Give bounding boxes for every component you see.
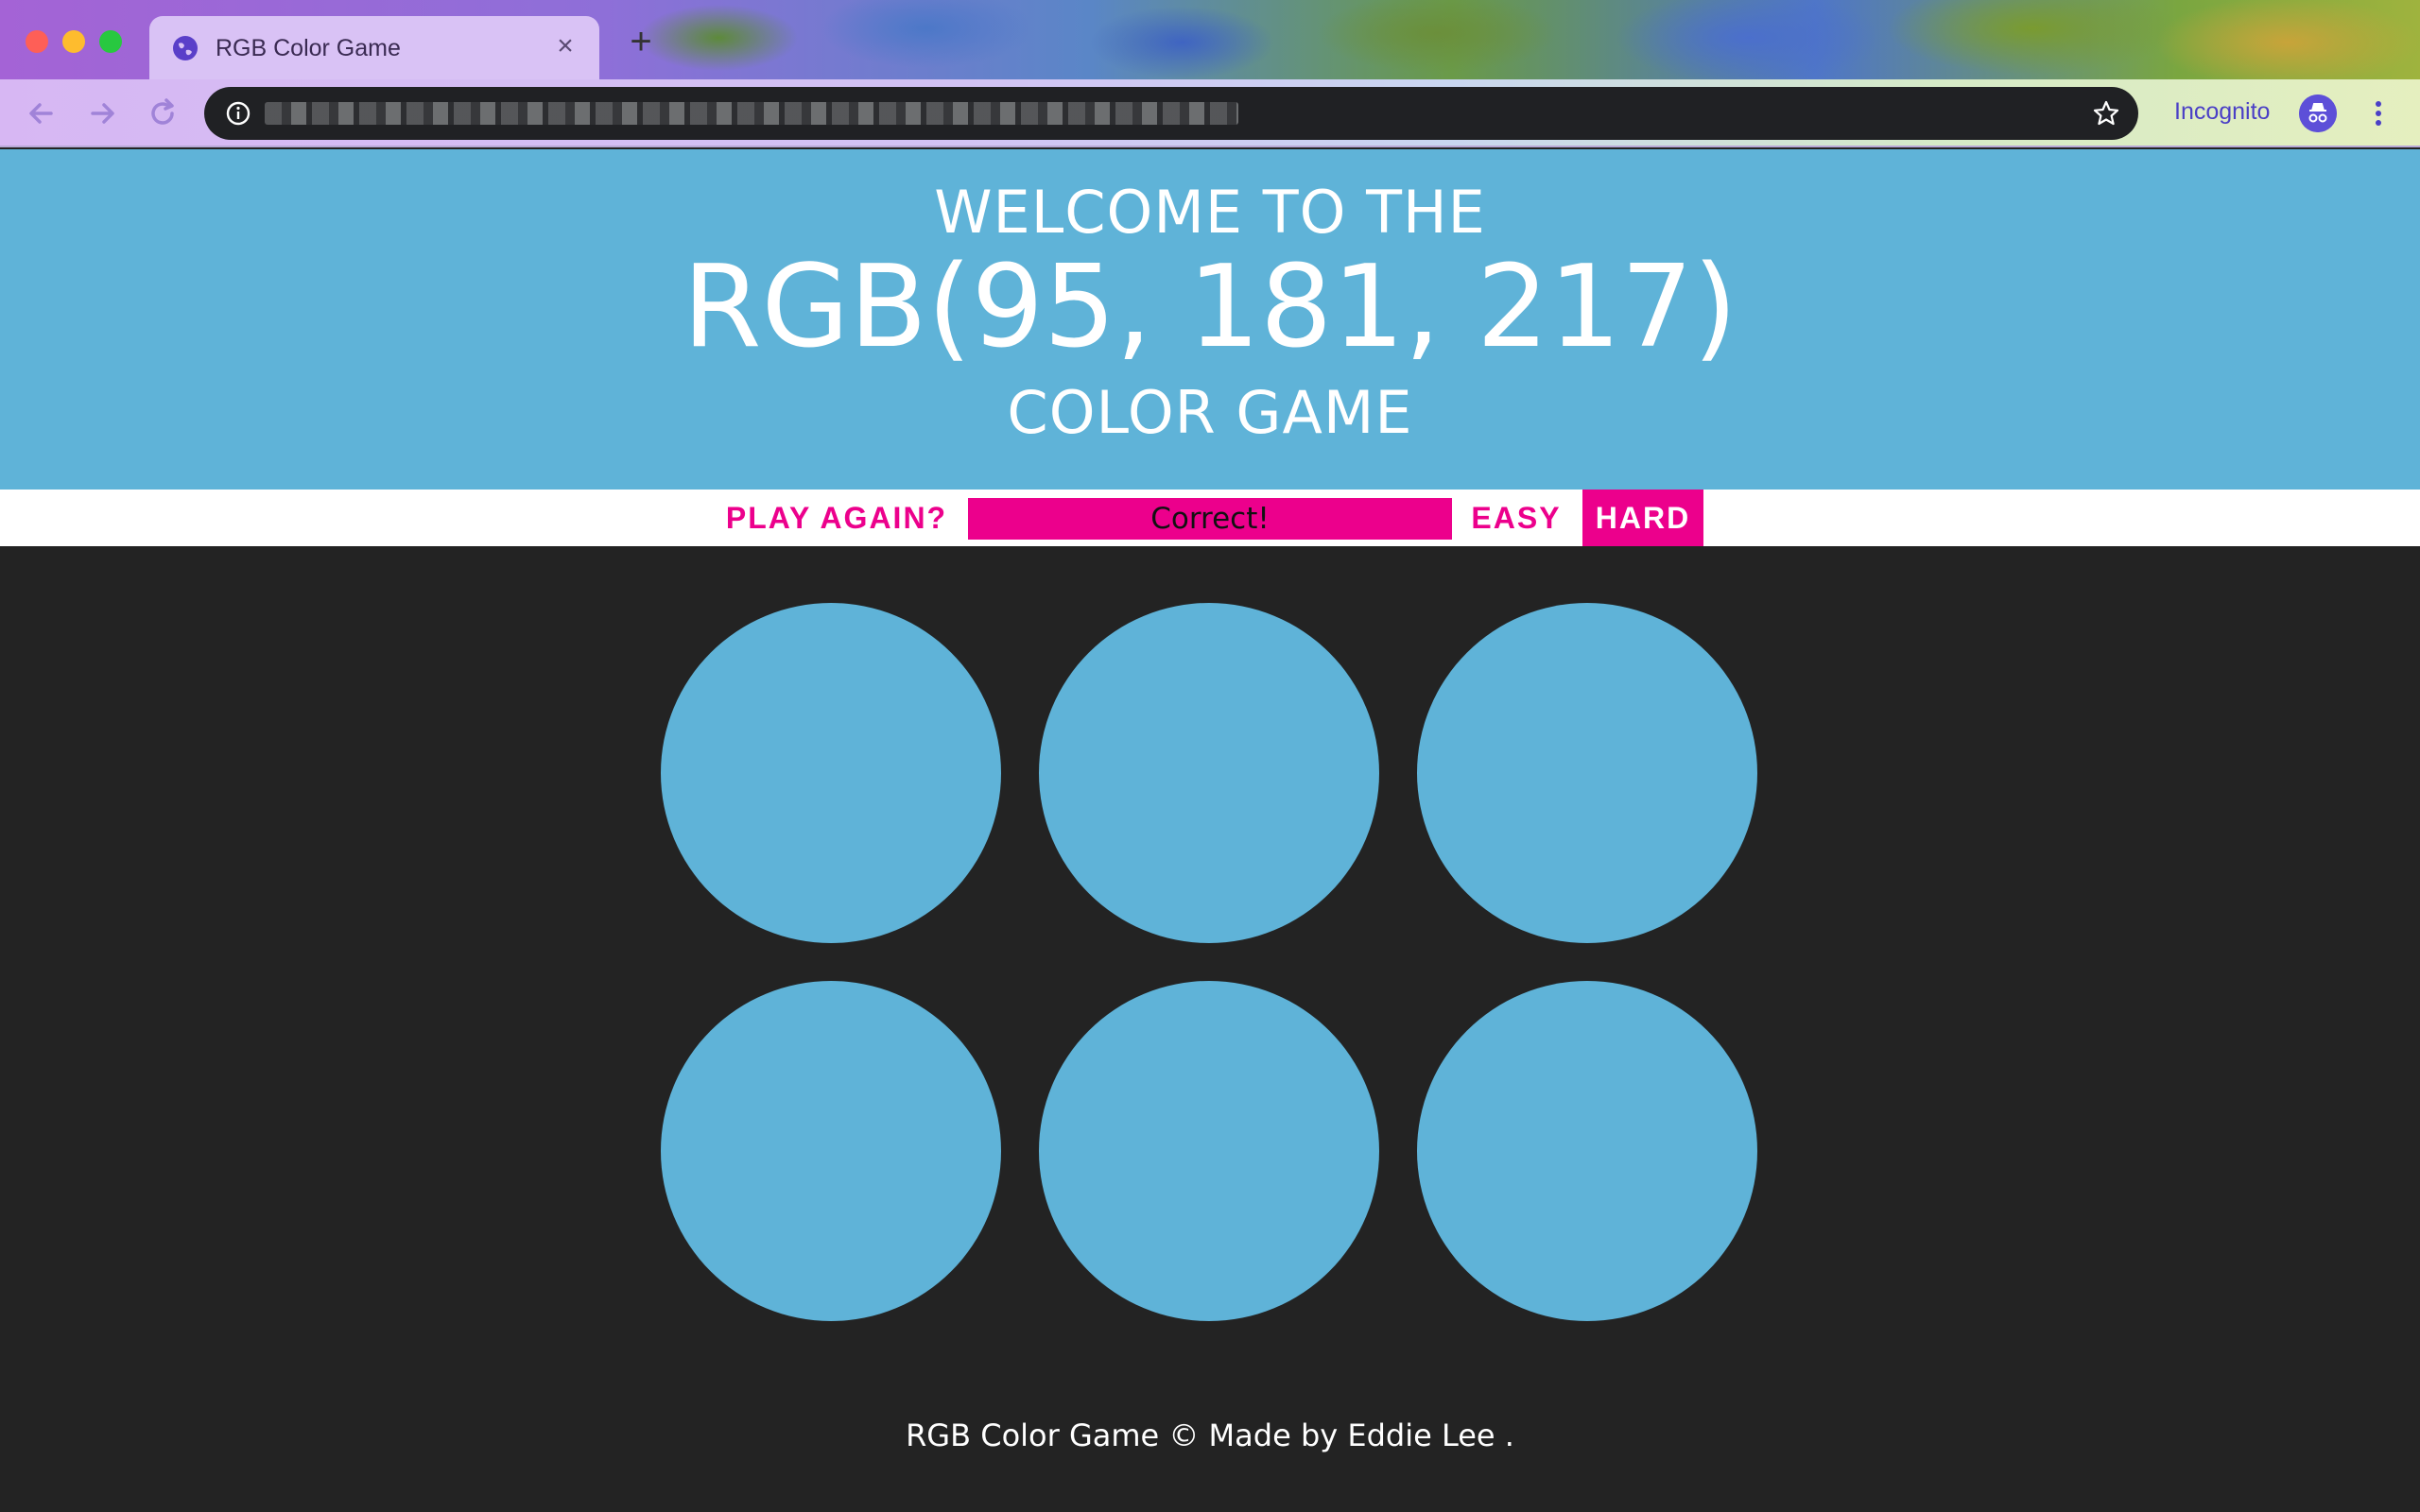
header-welcome: WELCOME TO THE — [934, 178, 1486, 247]
window-minimize-button[interactable] — [62, 30, 85, 53]
close-icon[interactable]: × — [548, 29, 582, 63]
window-close-button[interactable] — [26, 30, 48, 53]
arrow-right-icon[interactable] — [83, 94, 121, 132]
browser-tab[interactable]: RGB Color Game × — [149, 16, 599, 79]
reload-icon[interactable] — [144, 94, 182, 132]
header-color-game: COLOR GAME — [1007, 378, 1413, 447]
info-icon[interactable] — [225, 100, 251, 127]
control-stripe: PLAY AGAIN? Correct! EASY HARD — [0, 490, 2420, 546]
color-square[interactable] — [1039, 981, 1379, 1321]
target-rgb-display: RGB(95, 181, 217) — [683, 242, 1737, 373]
color-square[interactable] — [1417, 981, 1757, 1321]
globe-icon — [173, 36, 198, 60]
result-message: Correct! — [968, 498, 1452, 540]
tab-title: RGB Color Game — [216, 35, 401, 61]
play-again-button[interactable]: PLAY AGAIN? — [720, 490, 953, 546]
game-header: WELCOME TO THE RGB(95, 181, 217) COLOR G… — [0, 149, 2420, 490]
kebab-menu-icon[interactable] — [2367, 96, 2390, 130]
color-square[interactable] — [661, 981, 1001, 1321]
color-board — [0, 546, 2420, 1453]
plus-icon[interactable]: + — [624, 23, 658, 60]
color-square[interactable] — [1417, 603, 1757, 943]
browser-tab-strip: RGB Color Game × + — [0, 0, 2420, 79]
incognito-icon[interactable] — [2299, 94, 2337, 132]
arrow-left-icon[interactable] — [23, 94, 60, 132]
footer-credit: RGB Color Game © Made by Eddie Lee . — [906, 1418, 1514, 1453]
easy-mode-button[interactable]: EASY — [1461, 490, 1571, 546]
incognito-label: Incognito — [2174, 98, 2271, 125]
star-icon[interactable] — [2091, 98, 2121, 129]
address-bar[interactable] — [204, 87, 2138, 140]
window-maximize-button[interactable] — [99, 30, 122, 53]
hard-mode-button[interactable]: HARD — [1582, 490, 1703, 546]
color-square[interactable] — [1039, 603, 1379, 943]
blurred-url — [265, 102, 1238, 125]
color-square[interactable] — [661, 603, 1001, 943]
